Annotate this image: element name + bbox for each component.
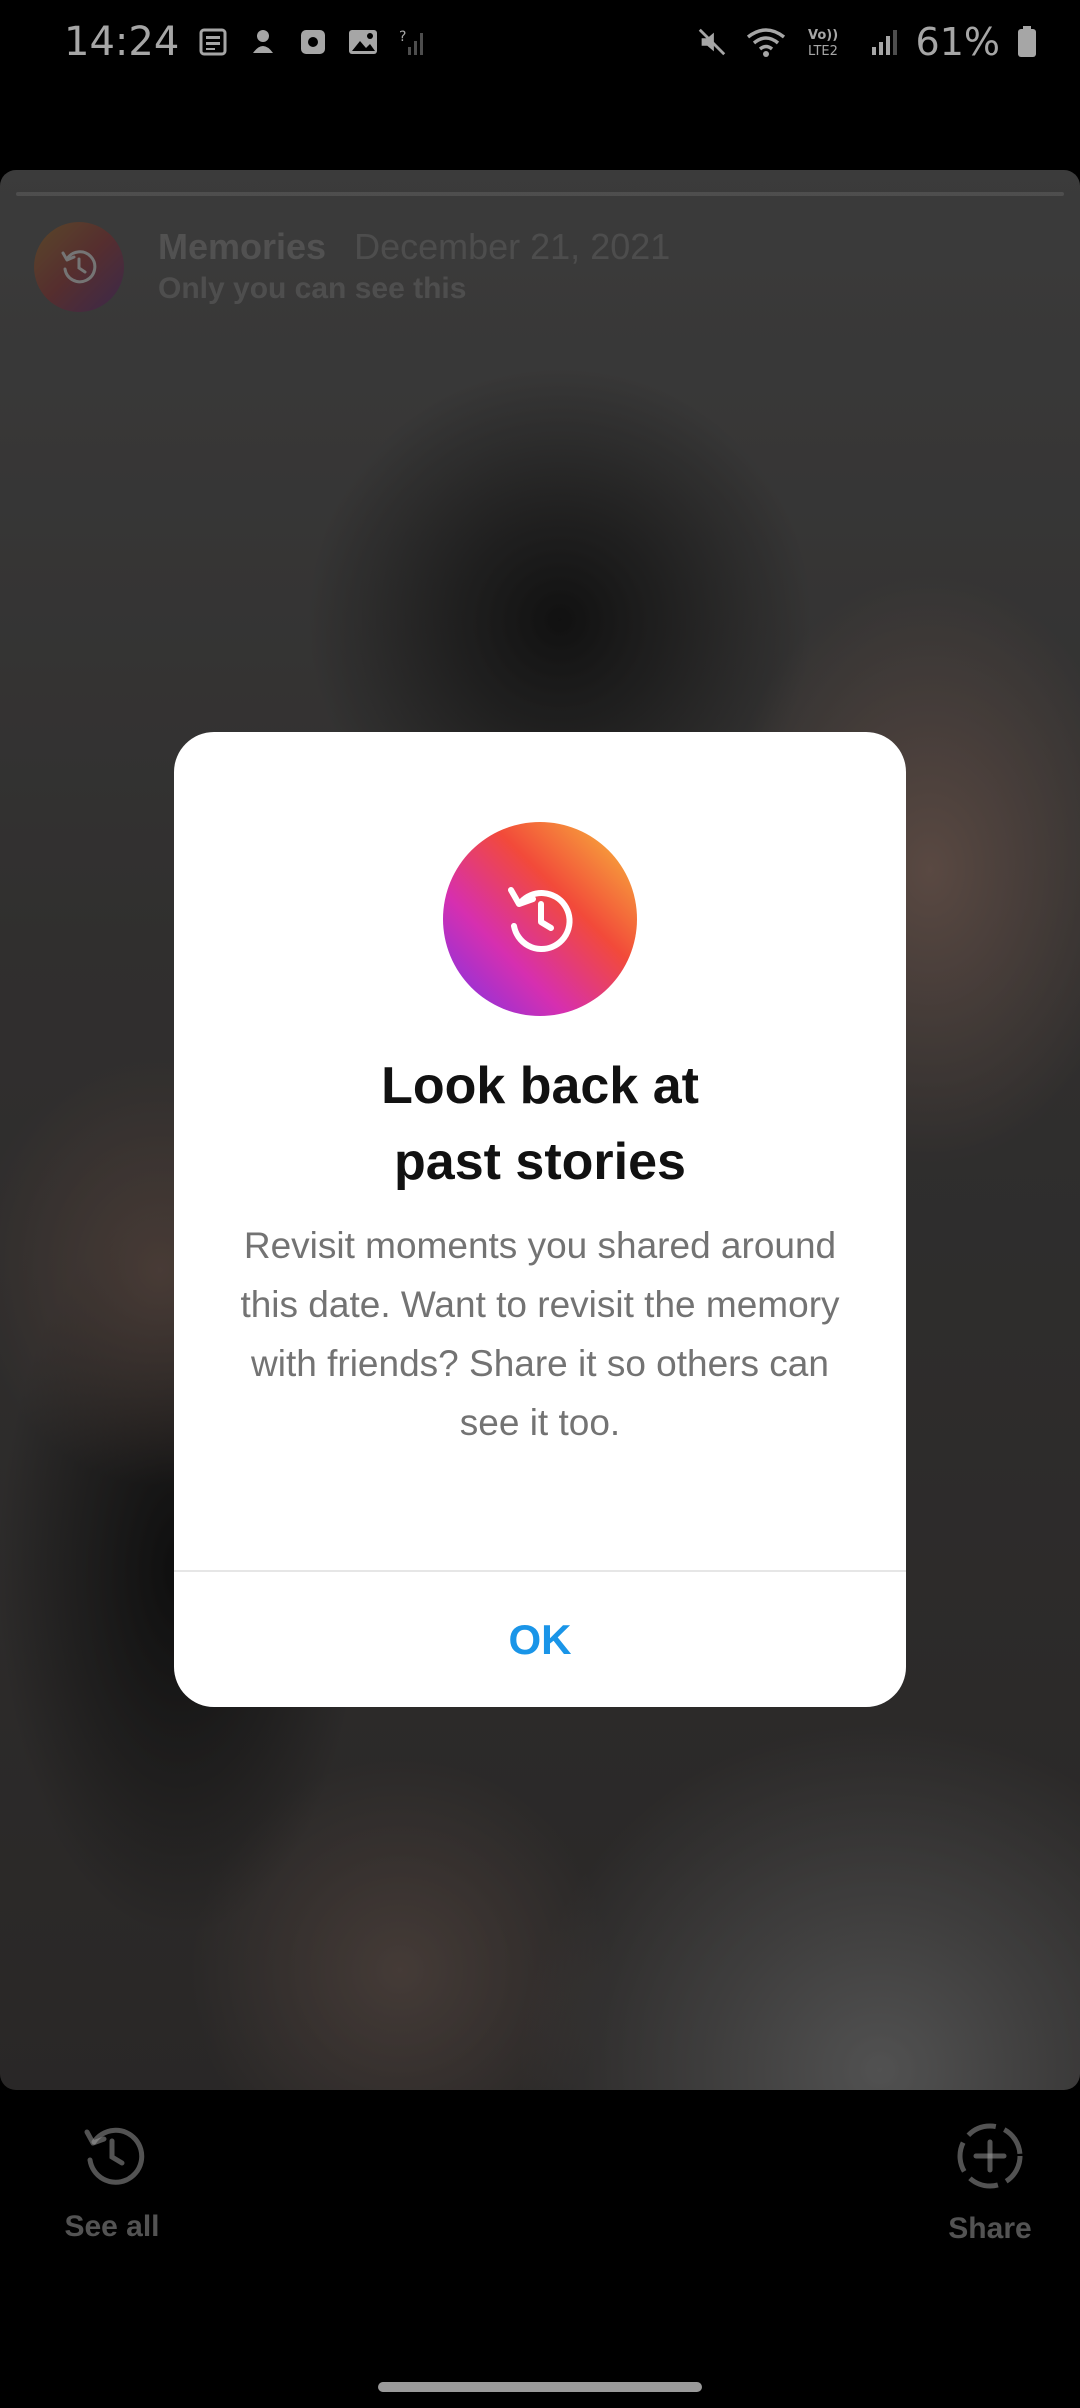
memories-dialog: Look back at past stories Revisit moment… [174,732,906,1707]
ok-button[interactable]: OK [174,1572,906,1707]
home-indicator[interactable] [378,2382,702,2392]
dialog-title-line2: past stories [394,1133,686,1191]
memories-history-icon [443,822,637,1016]
dialog-title: Look back at past stories [174,1048,906,1200]
dialog-body: Revisit moments you shared around this d… [240,1225,840,1443]
dialog-title-line1: Look back at [381,1057,699,1115]
screen: 14:24 ? Vo)) LTE2 61% Memories December … [0,0,1080,2408]
